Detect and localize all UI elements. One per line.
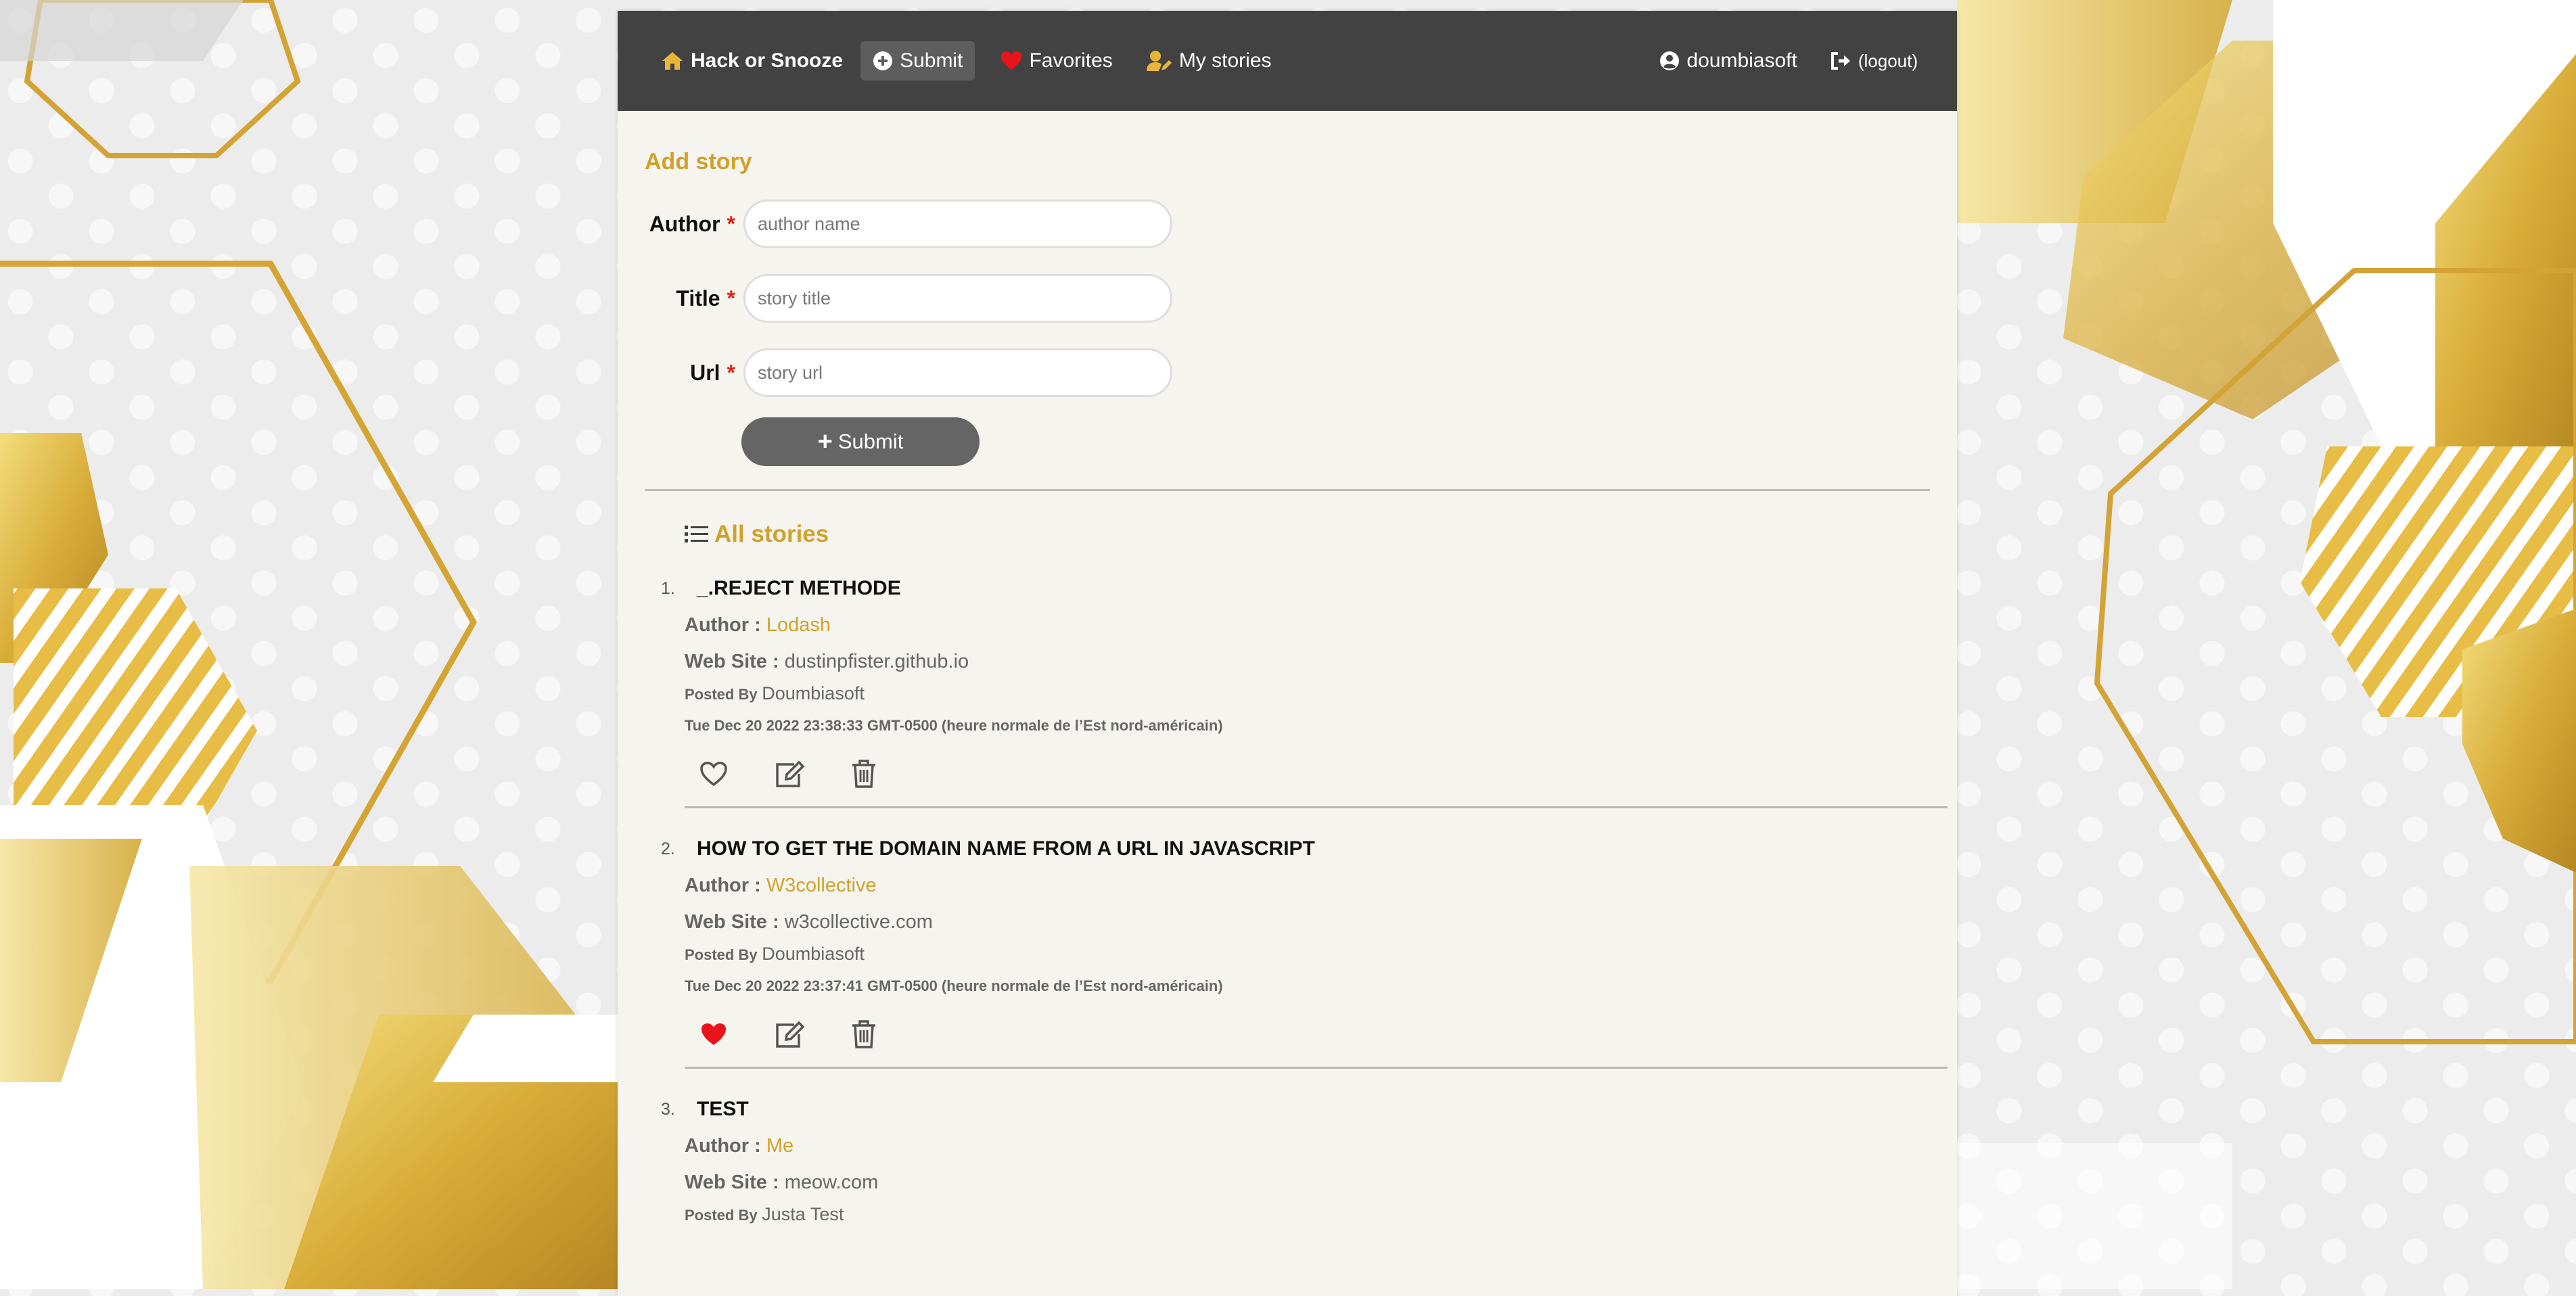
list-icon xyxy=(685,526,708,542)
author-input[interactable] xyxy=(743,200,1172,248)
heart-icon xyxy=(1001,51,1022,70)
author-key: Author : xyxy=(685,614,761,636)
posted-by-value: Justa Test xyxy=(762,1204,844,1224)
story-item: 2. HOW TO GET THE DOMAIN NAME FROM A URL… xyxy=(645,835,1948,1069)
story-number: 2. xyxy=(661,839,675,858)
story-separator xyxy=(685,1067,1948,1069)
title-row: Title * xyxy=(645,273,1930,324)
story-date: Tue Dec 20 2022 23:37:41 GMT-0500 (heure… xyxy=(685,977,1223,994)
nav-favorites-link[interactable]: Favorites xyxy=(1001,49,1113,72)
story-actions xyxy=(699,759,1930,789)
author-value: Lodash xyxy=(766,614,831,636)
submit-story-button[interactable]: + Submit xyxy=(741,417,980,466)
url-row: Url * xyxy=(645,347,1930,398)
website-key: Web Site : xyxy=(685,651,779,672)
website-value[interactable]: dustinpfister.github.io xyxy=(785,651,969,672)
story-number: 3. xyxy=(661,1100,675,1119)
required-mark: * xyxy=(727,211,735,236)
story-website: Web Site : dustinpfister.github.io xyxy=(685,648,1930,675)
required-mark: * xyxy=(727,360,735,385)
story-item: 3. TEST Author : Me Web Site : meow.com … xyxy=(645,1096,1930,1228)
all-stories-label: All stories xyxy=(714,521,829,547)
divider xyxy=(645,489,1930,491)
story-title[interactable]: _.REJECT METHODE xyxy=(697,575,1930,602)
favorite-button[interactable] xyxy=(699,1021,728,1047)
website-key: Web Site : xyxy=(685,911,779,933)
title-label: Title * xyxy=(645,286,743,311)
url-label: Url * xyxy=(645,361,743,386)
posted-by-key: Posted By xyxy=(685,946,758,963)
story-title[interactable]: TEST xyxy=(697,1096,1930,1123)
trash-icon xyxy=(852,1020,875,1048)
story-website: Web Site : meow.com xyxy=(685,1169,1930,1196)
website-key: Web Site : xyxy=(685,1172,779,1193)
posted-by-key: Posted By xyxy=(685,686,758,703)
story-posted-by: Posted By Doumbiasoft xyxy=(685,680,1930,708)
plus-icon: + xyxy=(817,427,833,456)
posted-by-value: Doumbiasoft xyxy=(762,683,865,703)
plus-circle-icon xyxy=(873,51,893,70)
title-input[interactable] xyxy=(743,274,1172,323)
add-story-form: Author * Title * Url * + Submit xyxy=(645,198,1930,466)
url-input[interactable] xyxy=(743,348,1172,397)
top-navbar: Hack or Snooze Submit Favorites My stori… xyxy=(618,11,1957,111)
author-label-text: Author xyxy=(649,211,720,236)
story-separator xyxy=(685,806,1948,808)
submit-button-label: Submit xyxy=(837,430,904,453)
all-stories-header: All stories xyxy=(685,521,1930,548)
logout-label: (logout) xyxy=(1858,50,1918,71)
edit-button[interactable] xyxy=(774,1019,805,1049)
nav-my-stories-link[interactable]: My stories xyxy=(1146,49,1272,72)
heart-filled-icon xyxy=(702,1023,726,1045)
add-story-title: Add story xyxy=(645,149,752,175)
author-label: Author * xyxy=(645,212,743,237)
story-author: Author : W3collective xyxy=(685,872,1930,899)
delete-button[interactable] xyxy=(851,1019,877,1049)
username-label: doumbiasoft xyxy=(1686,49,1797,72)
story-website: Web Site : w3collective.com xyxy=(685,908,1930,935)
delete-button[interactable] xyxy=(851,759,877,789)
brand-label: Hack or Snooze xyxy=(691,49,844,72)
user-edit-icon xyxy=(1146,51,1172,71)
user-profile-link[interactable]: doumbiasoft xyxy=(1659,49,1797,72)
author-key: Author : xyxy=(685,1135,761,1157)
story-date: Tue Dec 20 2022 23:38:33 GMT-0500 (heure… xyxy=(685,717,1223,734)
required-mark: * xyxy=(727,285,735,310)
story-author: Author : Me xyxy=(685,1132,1930,1159)
favorite-button[interactable] xyxy=(699,761,728,787)
title-label-text: Title xyxy=(676,285,720,310)
author-value: Me xyxy=(766,1135,794,1157)
author-value: W3collective xyxy=(766,875,877,896)
nav-favorites-label: Favorites xyxy=(1029,49,1113,72)
edit-icon xyxy=(776,1021,805,1048)
nav-my-stories-label: My stories xyxy=(1178,49,1272,72)
user-circle-icon xyxy=(1660,51,1680,70)
app-container: Hack or Snooze Submit Favorites My stori… xyxy=(618,11,1957,1296)
story-posted-by: Posted By Justa Test xyxy=(685,1201,1930,1228)
posted-by-key: Posted By xyxy=(685,1207,758,1224)
heart-outline-icon xyxy=(700,762,727,787)
story-title[interactable]: HOW TO GET THE DOMAIN NAME FROM A URL IN… xyxy=(697,835,1930,862)
story-number: 1. xyxy=(661,579,675,598)
home-icon xyxy=(662,52,683,70)
edit-icon xyxy=(776,760,805,787)
edit-button[interactable] xyxy=(774,759,805,789)
author-row: Author * xyxy=(645,198,1930,250)
story-posted-by: Posted By Doumbiasoft xyxy=(685,941,1930,968)
sign-out-icon xyxy=(1831,52,1850,70)
stories-list: 1. _.REJECT METHODE Author : Lodash Web … xyxy=(645,575,1948,1228)
website-value[interactable]: meow.com xyxy=(785,1172,879,1193)
logout-link[interactable]: (logout) xyxy=(1830,51,1918,72)
story-item: 1. _.REJECT METHODE Author : Lodash Web … xyxy=(645,575,1948,808)
story-author: Author : Lodash xyxy=(685,611,1930,639)
story-actions xyxy=(699,1019,1930,1049)
home-link[interactable]: Hack or Snooze xyxy=(661,49,843,72)
website-value[interactable]: w3collective.com xyxy=(785,911,933,933)
nav-submit-label: Submit xyxy=(900,49,963,72)
author-key: Author : xyxy=(685,875,761,896)
url-label-text: Url xyxy=(690,360,720,385)
posted-by-value: Doumbiasoft xyxy=(762,944,865,964)
trash-icon xyxy=(852,760,875,788)
nav-submit-link[interactable]: Submit xyxy=(860,41,975,80)
